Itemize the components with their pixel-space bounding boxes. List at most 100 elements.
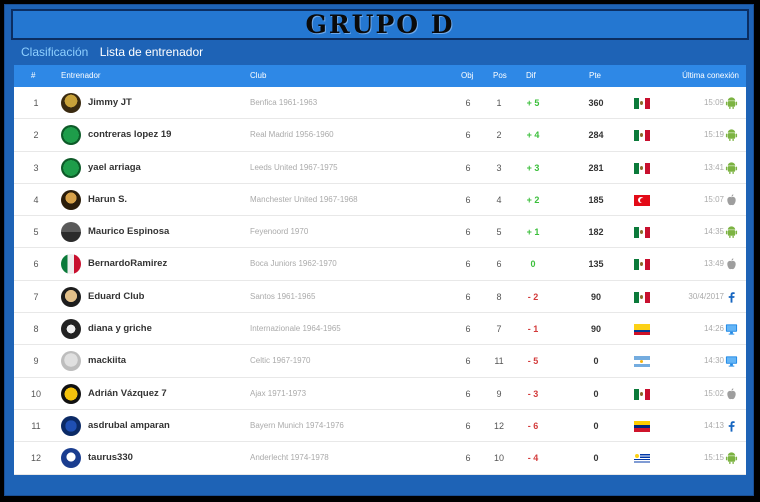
row-dif: - 2 <box>527 291 539 302</box>
coach-name[interactable]: yael arriaga <box>88 152 141 184</box>
row-pos: 11 <box>494 356 504 367</box>
avatar[interactable] <box>61 448 81 469</box>
row-obj: 6 <box>465 291 471 302</box>
avatar[interactable] <box>61 351 81 372</box>
club-name: Bayern Munich 1974-1976 <box>250 420 344 430</box>
row-dif: + 1 <box>526 227 540 238</box>
avatar[interactable] <box>61 222 81 243</box>
header-obj[interactable]: Obj <box>461 65 473 87</box>
avatar[interactable] <box>61 254 81 275</box>
avatar[interactable] <box>61 157 81 178</box>
row-rank: 5 <box>33 227 39 238</box>
venezuela-flag-icon <box>634 420 650 432</box>
table-row[interactable]: 2 contreras lopez 19 Real Madrid 1956-1960… <box>14 119 746 152</box>
club-name: Leeds United 1967-1975 <box>250 162 338 172</box>
coach-name[interactable]: Jimmy JT <box>88 87 132 119</box>
coach-name[interactable]: taurus330 <box>88 442 133 474</box>
group-title: GRUPO D <box>305 10 455 39</box>
tab-clasificacion[interactable]: Clasificación <box>21 45 88 59</box>
group-banner: GRUPO D <box>11 9 749 40</box>
table-row[interactable]: 1 Jimmy JT Benfica 1961-1963 6 1 + 5 360 15:09 <box>14 87 746 120</box>
last-connection-time: 14:35 <box>703 227 724 237</box>
coach-name[interactable]: mackiita <box>88 345 126 377</box>
club-name: Ajax 1971-1973 <box>250 388 307 398</box>
avatar[interactable] <box>61 319 81 340</box>
desktop-icon <box>725 322 738 336</box>
last-connection-time: 14:13 <box>703 420 724 430</box>
row-dif: - 6 <box>527 420 539 431</box>
row-dif: + 3 <box>526 162 540 173</box>
coach-name[interactable]: diana y griche <box>88 313 152 345</box>
row-obj: 6 <box>465 194 471 205</box>
header-num[interactable]: # <box>31 65 35 87</box>
standings-table: # Entrenador Club Obj Pos Dif Pte Última… <box>14 65 746 475</box>
last-connection-time: 15:09 <box>703 98 724 107</box>
table-row[interactable]: 6 BernardoRamirez Boca Juniors 1962-1970 6 6… <box>14 248 746 281</box>
table-row[interactable]: 10 Adrián Vázquez 7 Ajax 1971-1973 6 9 - 3 0 15… <box>14 378 746 410</box>
row-rank: 9 <box>33 356 39 367</box>
colombia-flag-icon <box>634 324 650 336</box>
row-pos: 9 <box>496 388 502 399</box>
android-icon <box>725 451 738 465</box>
row-rank: 12 <box>30 453 41 464</box>
header-dif[interactable]: Dif <box>526 65 536 87</box>
header-pos[interactable]: Pos <box>493 65 507 87</box>
row-obj: 6 <box>465 420 471 431</box>
club-name: Anderlecht 1974-1978 <box>250 453 329 463</box>
row-dif: + 4 <box>526 130 540 141</box>
table-row[interactable]: 5 Maurico Espinosa Feyenoord 1970 6 5 + 1 182 1… <box>14 216 746 249</box>
header-pte[interactable]: Pte <box>589 65 601 87</box>
row-pte: 284 <box>588 130 604 141</box>
table-row[interactable]: 3 yael arriaga Leeds United 1967-1975 6 3 + 3… <box>14 152 746 184</box>
header-last-connection[interactable]: Última conexión <box>682 65 739 87</box>
row-rank: 1 <box>33 98 39 108</box>
mexico-flag-icon <box>634 227 650 239</box>
avatar[interactable] <box>61 189 81 210</box>
row-dif: - 4 <box>527 453 539 464</box>
coach-name[interactable]: Harun S. <box>88 184 127 216</box>
row-rank: 4 <box>33 194 39 205</box>
table-header: # Entrenador Club Obj Pos Dif Pte Última… <box>14 65 746 87</box>
last-connection-time: 15:19 <box>703 130 724 140</box>
table-row[interactable]: 12 taurus330 Anderlecht 1974-1978 6 10 - 4 0 15… <box>14 442 746 475</box>
coach-name[interactable]: Eduard Club <box>88 281 144 313</box>
header-coach[interactable]: Entrenador <box>61 65 101 87</box>
club-name: Real Madrid 1956-1960 <box>250 130 334 140</box>
last-connection-time: 14:30 <box>703 356 724 366</box>
last-connection-time: 15:07 <box>703 194 724 204</box>
table-row[interactable]: 11 asdrubal amparan Bayern Munich 1974-197… <box>14 410 746 443</box>
club-name: Internazionale 1964-1965 <box>250 324 341 334</box>
table-row[interactable]: 8 diana y griche Internazionale 1964-1965 6… <box>14 313 746 346</box>
header-club[interactable]: Club <box>250 65 266 87</box>
coach-name[interactable]: Maurico Espinosa <box>88 216 169 248</box>
table-row[interactable]: 4 Harun S. Manchester United 1967-1968 6 4 + … <box>14 184 746 217</box>
row-pos: 1 <box>496 98 502 108</box>
avatar[interactable] <box>61 383 81 404</box>
coach-name[interactable]: BernardoRamirez <box>88 248 167 280</box>
row-obj: 6 <box>465 259 471 270</box>
android-icon <box>725 161 738 175</box>
coach-name[interactable]: asdrubal amparan <box>88 410 170 442</box>
row-pte: 90 <box>590 291 601 302</box>
avatar[interactable] <box>61 415 81 436</box>
table-row[interactable]: 7 Eduard Club Santos 1961-1965 6 8 - 2 90 30/4/… <box>14 281 746 314</box>
row-pos: 7 <box>496 324 502 335</box>
row-rank: 7 <box>33 291 39 302</box>
row-pos: 3 <box>496 162 502 173</box>
turkey-flag-icon <box>634 194 650 206</box>
row-obj: 6 <box>465 388 471 399</box>
apple-icon <box>725 193 738 207</box>
row-dif: - 1 <box>527 324 539 335</box>
tab-lista-entrenador[interactable]: Lista de entrenador <box>100 45 203 59</box>
row-pte: 360 <box>588 98 604 108</box>
coach-name[interactable]: Adrián Vázquez 7 <box>88 378 167 410</box>
facebook-icon <box>725 290 738 304</box>
avatar[interactable] <box>61 286 81 307</box>
coach-name[interactable]: contreras lopez 19 <box>88 119 171 151</box>
avatar[interactable] <box>61 93 81 113</box>
avatar[interactable] <box>61 125 81 146</box>
row-pos: 8 <box>496 291 502 302</box>
table-row[interactable]: 9 mackiita Celtic 1967-1970 6 11 - 5 0 14:30 <box>14 345 746 378</box>
row-pos: 2 <box>496 130 502 141</box>
table-body: 1 Jimmy JT Benfica 1961-1963 6 1 + 5 360 15:09 2… <box>14 87 746 475</box>
